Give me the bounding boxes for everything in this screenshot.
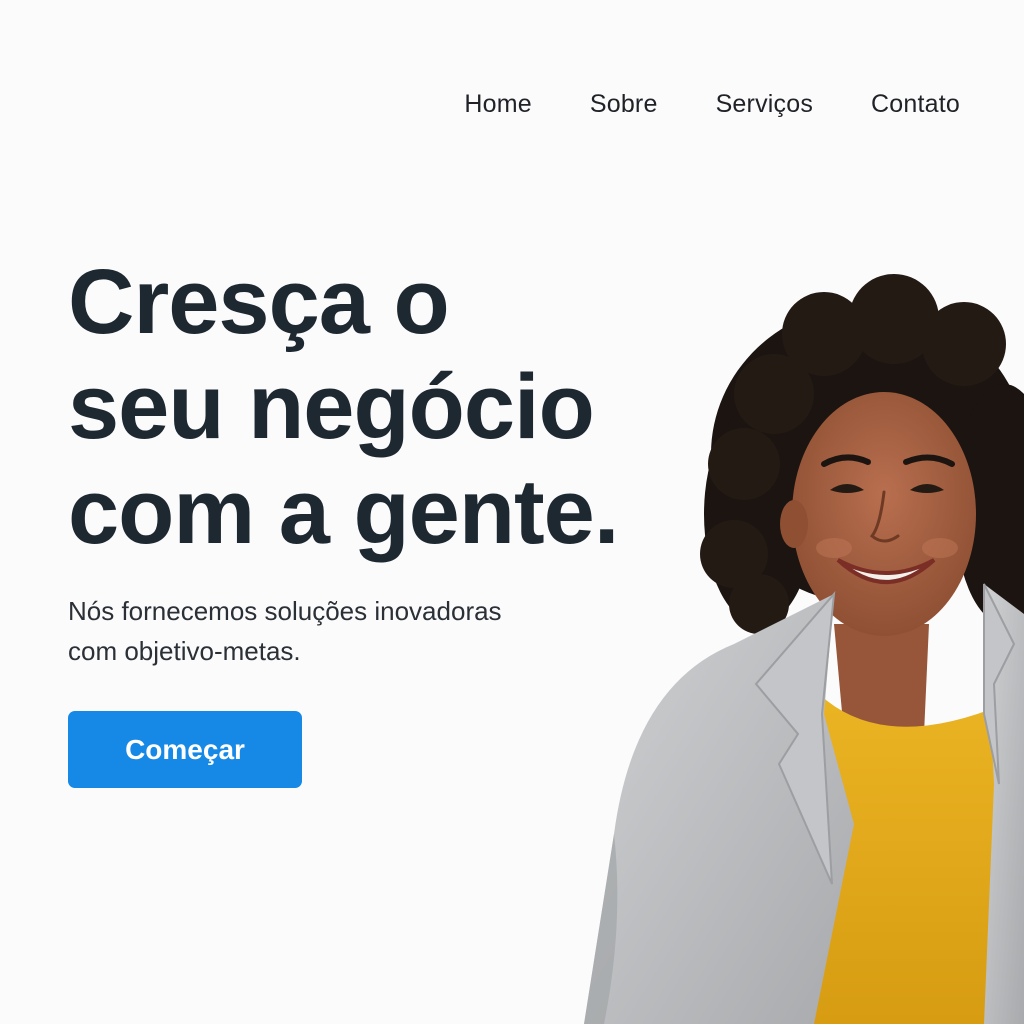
nav-home-link[interactable]: Home (464, 84, 532, 124)
top-navigation: Home Sobre Serviços Contato (464, 84, 960, 124)
hero-subtitle-line-1: Nós fornecemos soluções inovadoras (68, 596, 502, 626)
get-started-button[interactable]: Começar (68, 711, 302, 788)
landing-page: Home Sobre Serviços Contato Cresça o seu… (0, 0, 1024, 1024)
nav-servicos-link[interactable]: Serviços (716, 84, 813, 124)
hero-subtitle-line-2: com objetivo-metas. (68, 636, 301, 666)
portrait-image (584, 274, 1024, 1024)
nav-contato-link[interactable]: Contato (871, 84, 960, 124)
hero-subtitle: Nós fornecemos soluções inovadoras com o… (68, 591, 608, 671)
nav-sobre-link[interactable]: Sobre (590, 84, 658, 124)
